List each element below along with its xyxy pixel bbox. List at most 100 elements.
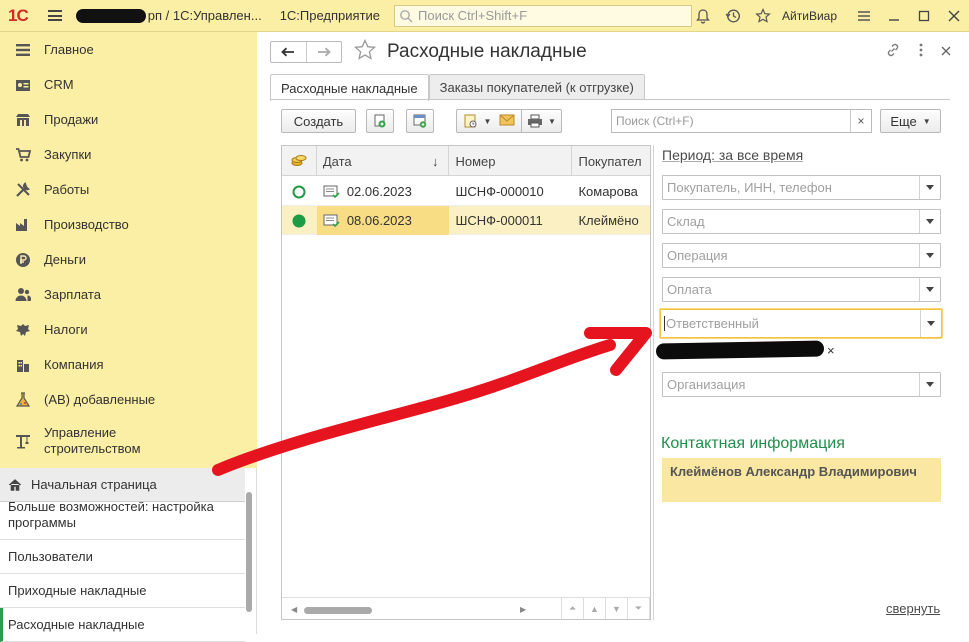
payment-filter-field[interactable]: Оплата — [662, 277, 941, 302]
sidebar-item-3[interactable]: Закупки — [0, 137, 257, 172]
dropdown-arrow-icon[interactable] — [919, 373, 940, 396]
cell-customer: Комарова — [578, 184, 638, 199]
sidebar-item-1[interactable]: CRM — [0, 67, 257, 102]
favorites-star-icon[interactable] — [748, 0, 778, 32]
sidebar-item-10[interactable]: (АВ) добавленные — [0, 382, 257, 417]
create-based-on-button[interactable] — [406, 109, 434, 133]
sidebar-item-label: Зарплата — [44, 287, 101, 302]
cell-number: ШСНФ-000010 — [455, 184, 544, 199]
contact-info-box: Клеймёнов Александр Владимирович — [662, 458, 941, 502]
more-button[interactable]: Еще ▼ — [880, 109, 941, 133]
coins-icon — [291, 155, 307, 166]
table-row[interactable]: 02.06.2023 ШСНФ-000010 Комарова — [282, 177, 650, 206]
crane-icon — [14, 432, 32, 450]
dropdown-arrow-icon[interactable] — [919, 278, 940, 301]
invoices-table: Дата ↓ Номер Покупател 02.06.2023 ШСНФ-0… — [281, 145, 651, 620]
sidebar-item-11[interactable]: Управление строительством — [0, 417, 257, 465]
bell-icon[interactable] — [688, 0, 718, 32]
main-menu-icon[interactable] — [47, 10, 62, 21]
open-window-label: Приходные накладные — [8, 583, 147, 598]
sidebar-item-label: CRM — [44, 77, 74, 92]
status-posted-icon — [282, 206, 317, 235]
copy-button[interactable] — [366, 109, 394, 133]
page-down-icon[interactable]: ▼ — [606, 598, 628, 619]
history-icon[interactable] — [718, 0, 748, 32]
collapse-panel-link[interactable]: свернуть — [886, 601, 940, 616]
period-link[interactable]: Период: за все время — [662, 147, 803, 163]
sidebar-item-label: Компания — [44, 357, 104, 372]
sidebar-item-4[interactable]: Работы — [0, 172, 257, 207]
open-window-sales-invoices[interactable]: Расходные накладные — [0, 608, 245, 642]
back-arrow-icon[interactable] — [271, 42, 306, 62]
current-user[interactable]: АйтиВиар — [782, 9, 837, 23]
sidebar-item-6[interactable]: Деньги — [0, 242, 257, 277]
maximize-icon[interactable] — [909, 0, 939, 32]
panel-splitter[interactable] — [653, 145, 654, 620]
sidebar-item-0[interactable]: Главное — [0, 32, 257, 67]
column-header-date[interactable]: Дата ↓ — [317, 146, 450, 176]
tab-sales-invoices[interactable]: Расходные накладные — [270, 74, 429, 101]
chevron-down-icon: ▼ — [922, 116, 931, 126]
contact-info-title: Контактная информация — [661, 435, 845, 452]
open-windows-scrollbar[interactable] — [246, 492, 252, 612]
close-form-icon[interactable] — [941, 44, 951, 59]
global-search-input[interactable]: Поиск Ctrl+Shift+F — [394, 4, 693, 27]
last-page-icon[interactable]: ⏷ — [628, 598, 650, 619]
table-row-selected[interactable]: 08.06.2023 ШСНФ-000011 Клеймёно — [282, 206, 650, 235]
cell-date: 02.06.2023 — [317, 177, 450, 206]
more-actions-icon[interactable] — [919, 43, 923, 60]
home-page-item[interactable]: Начальная страница — [0, 468, 245, 502]
more-button-label: Еще — [890, 113, 917, 129]
scroll-left-icon[interactable]: ◀ — [291, 605, 297, 614]
minimize-icon[interactable] — [879, 0, 909, 32]
sidebar-item-7[interactable]: Зарплата — [0, 277, 257, 312]
search-clear-button[interactable]: × — [850, 110, 871, 132]
tab-customer-orders[interactable]: Заказы покупателей (к отгрузке) — [428, 74, 645, 100]
form-title: Расходные накладные — [387, 41, 587, 62]
page-up-icon[interactable]: ▲ — [584, 598, 606, 619]
responsible-filter-placeholder: Ответственный — [664, 316, 920, 331]
dropdown-arrow-icon[interactable] — [920, 310, 941, 337]
link-icon[interactable] — [885, 42, 901, 61]
open-window-receipts[interactable]: Приходные накладные — [0, 574, 245, 608]
organization-filter-field[interactable]: Организация — [662, 372, 941, 397]
scroll-thumb[interactable] — [304, 607, 372, 614]
cell-date-value: 08.06.2023 — [346, 213, 412, 228]
copy-doc-icon — [374, 114, 386, 128]
document-structure-icon — [464, 114, 477, 128]
buildings-icon — [14, 356, 32, 374]
column-header-customer[interactable]: Покупател — [572, 146, 650, 176]
first-page-icon[interactable]: ⏶ — [562, 598, 584, 619]
customer-filter-field[interactable]: Покупатель, ИНН, телефон — [662, 175, 941, 200]
column-header-number[interactable]: Номер — [449, 146, 573, 176]
page-buttons: ⏶ ▲ ▼ ⏷ — [561, 598, 650, 619]
people-icon — [14, 286, 32, 304]
related-documents-button[interactable]: ▼ — [456, 109, 522, 133]
settings-menu-icon[interactable] — [849, 0, 879, 32]
home-page-label: Начальная страница — [31, 477, 157, 492]
tab-divider — [270, 99, 950, 100]
print-button[interactable]: ▼ — [522, 109, 562, 133]
close-window-icon[interactable] — [939, 0, 969, 32]
dropdown-arrow-icon[interactable] — [919, 176, 940, 199]
sidebar-item-9[interactable]: Компания — [0, 347, 257, 382]
email-icon[interactable] — [499, 114, 515, 129]
scroll-right-icon[interactable]: ▶ — [520, 605, 526, 614]
sidebar-item-8[interactable]: Налоги — [0, 312, 257, 347]
create-button[interactable]: Создать — [281, 109, 356, 133]
sidebar-item-2[interactable]: Продажи — [0, 102, 257, 137]
add-to-favorites-star-icon[interactable] — [353, 38, 377, 65]
warehouse-filter-field[interactable]: Склад — [662, 209, 941, 234]
forward-arrow-icon[interactable] — [305, 42, 342, 62]
responsible-filter-field[interactable]: Ответственный — [660, 309, 942, 338]
clear-responsible-button[interactable]: × — [827, 343, 835, 358]
column-header-status[interactable] — [282, 146, 317, 176]
app-logo[interactable]: 1С — [8, 6, 29, 26]
list-search-input[interactable]: Поиск (Ctrl+F) × — [611, 109, 872, 133]
dropdown-arrow-icon[interactable] — [919, 244, 940, 267]
open-window-users[interactable]: Пользователи — [0, 540, 245, 574]
horizontal-scrollbar[interactable]: ◀ ▶ ⏶ ▲ ▼ ⏷ — [282, 597, 650, 619]
sidebar-item-5[interactable]: Производство — [0, 207, 257, 242]
dropdown-arrow-icon[interactable] — [919, 210, 940, 233]
operation-filter-field[interactable]: Операция — [662, 243, 941, 268]
